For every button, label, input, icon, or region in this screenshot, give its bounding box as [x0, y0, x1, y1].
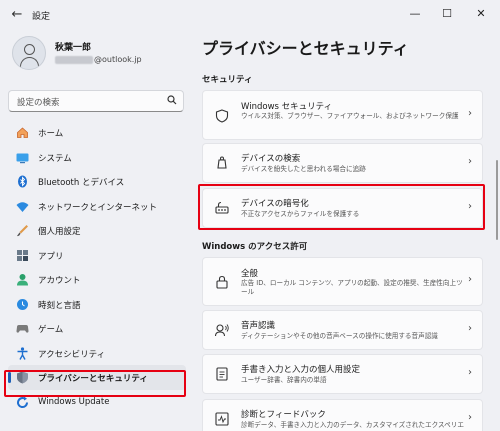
search-input[interactable]: 設定の検索 — [8, 90, 184, 112]
lock-icon — [215, 275, 229, 289]
time-language-icon — [16, 298, 29, 311]
windows-update-icon — [16, 396, 29, 409]
card-inking-typing[interactable]: 手書き入力と入力の個人用設定 ユーザー辞書、辞書内の単語 › — [202, 354, 483, 394]
card-speech[interactable]: 音声認識 ディクテーションやその他の音声ベースの操作に使用する音声認識 › — [202, 310, 483, 350]
main-content: プライバシーとセキュリティ セキュリティ Windows セキュリティ ウイルス… — [190, 30, 495, 431]
settings-window: ← 設定 — ☐ ✕ 秋葉一郎 @outlook.jp 設定の検索 ホーム シス… — [0, 0, 500, 431]
card-description: ユーザー辞書、辞書内の単語 — [241, 376, 327, 384]
sidebar-item-label: ゲーム — [38, 325, 64, 335]
scrollbar[interactable] — [496, 160, 498, 240]
card-description: ディクテーションやその他の音声ベースの操作に使用する音声認識 — [241, 332, 438, 340]
speech-icon — [215, 323, 229, 337]
gaming-icon — [16, 322, 29, 335]
home-icon — [16, 126, 29, 139]
inking-typing-icon — [215, 367, 229, 381]
network-icon — [16, 200, 29, 213]
sidebar-item-time-language[interactable]: 時刻と言語 — [8, 292, 186, 317]
find-device-icon — [215, 156, 229, 170]
back-button[interactable]: ← — [8, 6, 26, 24]
card-description: デバイスを紛失したと思われる場合に追跡 — [241, 165, 366, 173]
sidebar-item-accessibility[interactable]: アクセシビリティ — [8, 341, 186, 366]
chevron-right-icon: › — [468, 323, 472, 334]
diagnostics-icon — [215, 412, 229, 426]
sidebar-item-label: Windows Update — [38, 396, 110, 407]
page-title: プライバシーとセキュリティ — [202, 39, 409, 58]
card-title: 全般 — [241, 269, 259, 279]
card-diagnostics-feedback[interactable]: 診断とフィードバック 診断データ、手書き入力と入力のデータ、カスタマイズされたエ… — [202, 399, 483, 431]
card-description: 広告 ID、ローカル コンテンツ、アプリの起動、設定の推奨、生産性向上ツール — [241, 279, 463, 296]
window-title: 設定 — [32, 12, 51, 22]
search-icon — [167, 95, 177, 105]
sidebar-item-network[interactable]: ネットワークとインターネット — [8, 194, 186, 219]
card-description: 診断データ、手書き入力と入力のデータ、カスタマイズされたエクスペリエンス — [241, 421, 464, 431]
close-button[interactable]: ✕ — [470, 4, 492, 24]
minimize-button[interactable]: — — [404, 4, 426, 24]
sidebar-item-label: ホーム — [38, 129, 64, 139]
highlight-box-encryption — [198, 184, 485, 230]
card-general[interactable]: 全般 広告 ID、ローカル コンテンツ、アプリの起動、設定の推奨、生産性向上ツー… — [202, 257, 483, 306]
avatar-body-shape — [20, 57, 39, 69]
section-heading-security: セキュリティ — [202, 75, 253, 85]
chevron-right-icon: › — [468, 156, 472, 167]
search-placeholder: 設定の検索 — [17, 98, 60, 108]
sidebar-item-label: アプリ — [38, 251, 64, 262]
accounts-icon — [16, 273, 29, 286]
personalization-icon — [16, 224, 29, 237]
accessibility-icon — [16, 346, 29, 360]
card-windows-security[interactable]: Windows セキュリティ ウイルス対策、ブラウザー、ファイアウォール、および… — [202, 90, 483, 140]
title-bar: ← 設定 — ☐ ✕ — [0, 0, 500, 30]
sidebar-item-label: アカウント — [38, 276, 81, 286]
sidebar-item-home[interactable]: ホーム — [8, 120, 186, 145]
card-find-my-device[interactable]: デバイスの検索 デバイスを紛失したと思われる場合に追跡 › — [202, 143, 483, 183]
apps-icon — [16, 249, 29, 262]
avatar-head-shape — [24, 44, 35, 55]
sidebar-item-gaming[interactable]: ゲーム — [8, 316, 186, 341]
card-title: 手書き入力と入力の個人用設定 — [241, 365, 361, 375]
card-description: ウイルス対策、ブラウザー、ファイアウォール、およびネットワーク保護 — [241, 112, 459, 120]
user-name: 秋葉一郎 — [55, 43, 92, 53]
highlight-box-sidebar — [4, 370, 186, 397]
sidebar-item-label: アクセシビリティ — [38, 349, 106, 360]
sidebar-item-label: システム — [38, 153, 72, 164]
section-heading-permissions: Windows のアクセス許可 — [202, 242, 308, 252]
user-email: @outlook.jp — [55, 55, 142, 64]
avatar[interactable] — [12, 36, 46, 70]
user-email-suffix: @outlook.jp — [94, 55, 142, 64]
sidebar-item-accounts[interactable]: アカウント — [8, 267, 186, 292]
sidebar-item-system[interactable]: システム — [8, 145, 186, 170]
sidebar-item-label: 時刻と言語 — [38, 300, 81, 311]
chevron-right-icon: › — [468, 108, 472, 119]
sidebar-item-personalization[interactable]: 個人用設定 — [8, 218, 186, 243]
chevron-right-icon: › — [468, 367, 472, 378]
chevron-right-icon: › — [468, 412, 472, 423]
sidebar-item-label: ネットワークとインターネット — [38, 202, 158, 213]
system-icon — [16, 151, 29, 164]
chevron-right-icon: › — [468, 274, 472, 285]
shield-icon — [215, 109, 229, 123]
maximize-button[interactable]: ☐ — [436, 4, 458, 24]
card-title: デバイスの検索 — [241, 154, 301, 164]
sidebar-item-label: Bluetooth とデバイス — [38, 178, 125, 188]
sidebar-item-apps[interactable]: アプリ — [8, 243, 186, 268]
bluetooth-icon — [16, 175, 29, 188]
card-title: 音声認識 — [241, 321, 276, 331]
sidebar-item-bluetooth[interactable]: Bluetooth とデバイス — [8, 169, 186, 194]
email-redaction — [55, 55, 93, 64]
sidebar-item-label: 個人用設定 — [38, 227, 81, 237]
card-title: Windows セキュリティ — [241, 102, 333, 112]
card-title: 診断とフィードバック — [241, 410, 326, 420]
